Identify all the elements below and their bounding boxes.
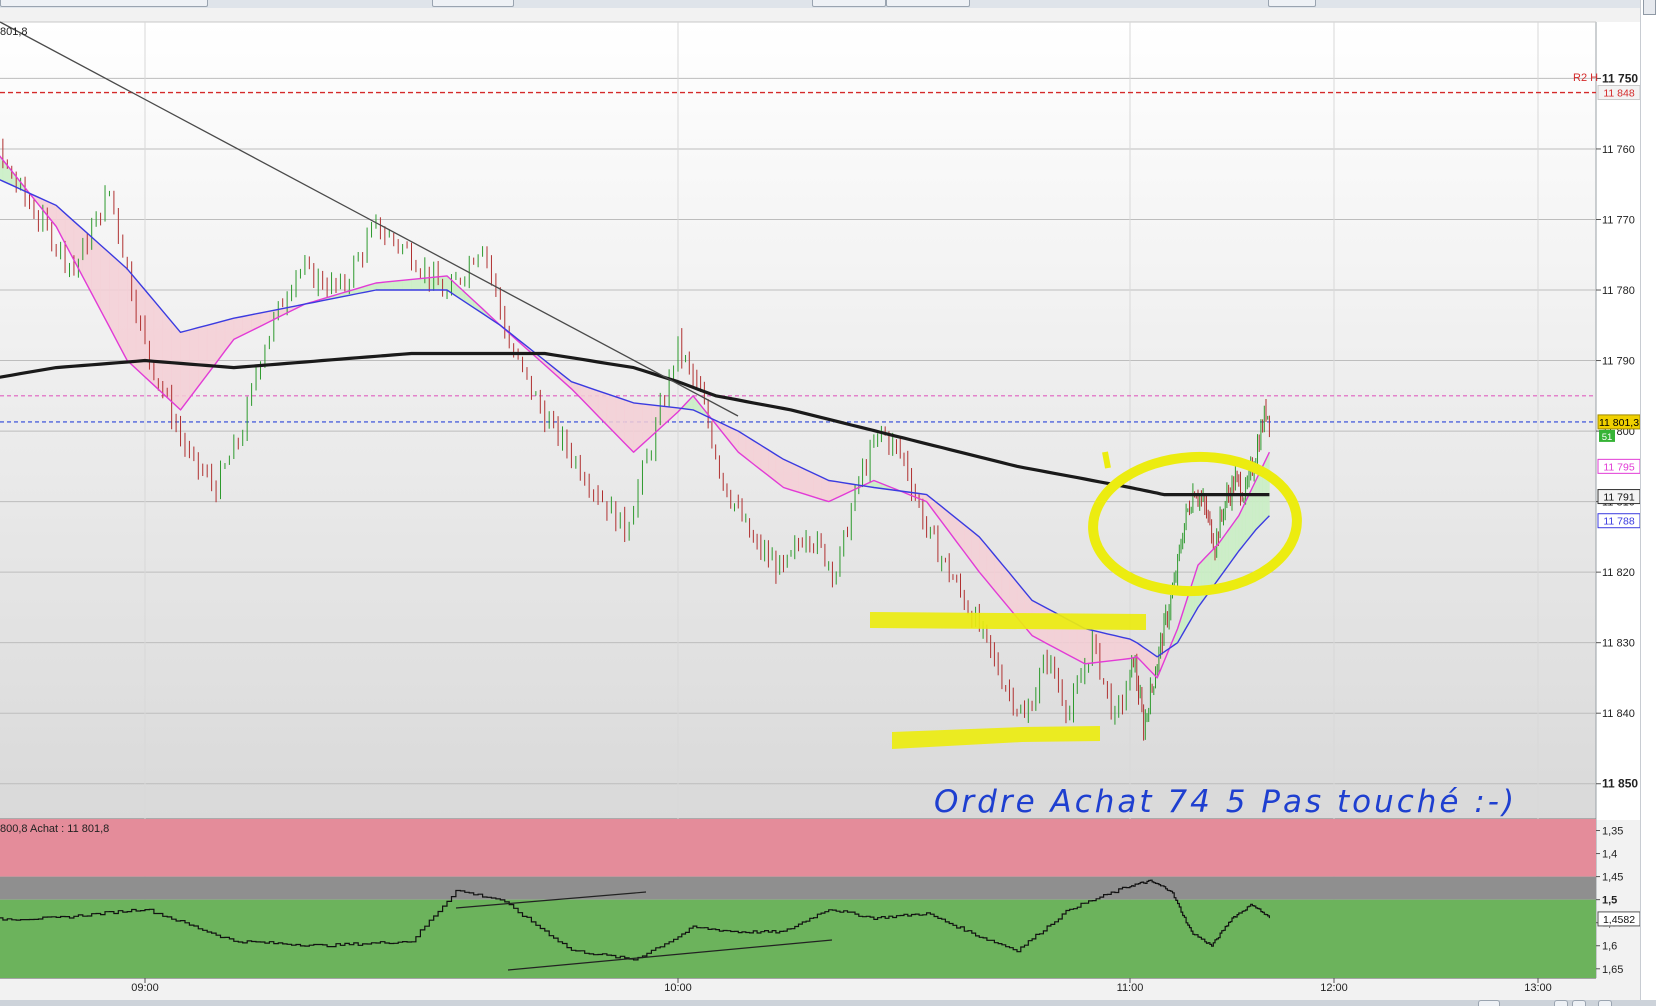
indicator-axis-label: 1,35 <box>1602 826 1623 838</box>
ma-fill-band <box>1224 528 1229 571</box>
time-axis-labels: 09:0010:0011:0012:0013:0014:00 <box>0 977 1596 994</box>
indicator-panel: 1,651,61,551,51,451,41,351,4582 <box>0 819 1641 978</box>
time-axis-label: 11:00 <box>1117 982 1144 994</box>
time-axis-label: 09:00 <box>131 982 159 994</box>
ma-fill-band <box>411 278 421 291</box>
ma-fill-band <box>798 465 807 495</box>
indicator-axis-label: 1,65 <box>1602 964 1623 976</box>
badge-indicator: 1,4582 <box>1603 914 1635 926</box>
badge-r2: 11 848 <box>1603 88 1634 100</box>
indicator-zone <box>0 819 1596 877</box>
indicator-zone <box>0 876 1596 900</box>
ma-fill-band <box>1231 519 1236 562</box>
reset-button[interactable] <box>1598 1000 1612 1006</box>
ma-fill-band <box>790 462 799 493</box>
r2-label: R2 H <box>1573 72 1598 84</box>
indicator-header: 800,8 Achat : 11 801,8 <box>0 823 109 835</box>
ma-fill-band <box>1201 557 1206 604</box>
badge-long-ma: 11 791 <box>1603 492 1634 504</box>
price-axis-label: 11 830 <box>1602 638 1635 650</box>
price-chart[interactable]: 11 85011 84011 83011 82011 81011 80011 7… <box>0 0 1656 1006</box>
vertical-scrollbar[interactable] <box>1640 0 1656 1000</box>
ma-fill-band <box>393 279 403 291</box>
scroll-button[interactable] <box>1478 1000 1500 1006</box>
ma-fill-band <box>783 458 792 491</box>
price-axis-label: 11 750 <box>1602 71 1638 85</box>
price-axis-label: 11 790 <box>1602 356 1635 368</box>
ma-fill-band <box>180 329 190 411</box>
handwritten-annotation: Ordre Achat 74 5 Pas touché :-) <box>934 784 1517 820</box>
ma-fill-band <box>1221 533 1226 576</box>
badge-last-sub: 51 <box>1602 432 1613 443</box>
ma-fill-band <box>144 289 155 386</box>
price-axis-label: 11 770 <box>1602 214 1635 226</box>
ma-fill-band <box>1218 538 1223 581</box>
indicator-zone <box>0 899 1596 978</box>
indicator-axis-label: 1,6 <box>1602 941 1617 953</box>
price-axis-label: 11 840 <box>1602 708 1635 720</box>
price-axis-label: 11 850 <box>1602 777 1638 791</box>
indicator-axis-label: 1,4 <box>1602 849 1617 861</box>
indicator-axis-label: 1,5 <box>1602 895 1617 907</box>
ma-fill-band <box>1122 637 1131 660</box>
ma-fill-band <box>1084 628 1093 665</box>
ma-fill-band <box>1197 560 1202 609</box>
ma-fill-band <box>1235 514 1240 557</box>
ma-fill-band <box>1228 524 1233 567</box>
ma-fill-band <box>1099 631 1108 663</box>
horizontal-scrollbar[interactable] <box>0 1000 1656 1006</box>
top-left-value: 801,8 <box>0 26 28 38</box>
badge-fast-ma: 11 795 <box>1603 461 1634 473</box>
ma-fill-band <box>171 320 181 411</box>
ma-fill-band <box>1076 624 1086 665</box>
ma-fill-band <box>805 469 814 498</box>
time-axis-label: 13:00 <box>1524 982 1552 994</box>
trading-chart-window: 11 85011 84011 83011 82011 81011 80011 7… <box>0 0 1656 1006</box>
ma-fill-band <box>1211 546 1216 590</box>
zoom-in-button[interactable] <box>1572 1000 1586 1006</box>
zoom-out-button[interactable] <box>1554 1000 1568 1006</box>
price-axis-label: 11 760 <box>1602 144 1635 156</box>
ma-fill-band <box>1255 473 1260 531</box>
ma-fill-band <box>402 279 412 291</box>
price-axis-label: 11 780 <box>1602 285 1635 297</box>
resistance-highlight <box>870 612 1146 630</box>
scrollbar-thumb[interactable] <box>1643 0 1656 15</box>
badge-last-price: 11 801,3 <box>1599 417 1639 429</box>
time-axis-label: 12:00 <box>1320 982 1348 994</box>
plot-background <box>0 22 1596 820</box>
indicator-axis-label: 1,45 <box>1602 872 1623 884</box>
ma-fill-band <box>1107 633 1116 662</box>
badge-slow-ma: 11 788 <box>1603 516 1634 528</box>
price-axis-label: 11 820 <box>1602 567 1635 579</box>
ma-fill-band <box>1114 635 1123 661</box>
ma-fill-band <box>1252 480 1257 535</box>
circle-highlight-tail <box>1102 451 1111 469</box>
ma-fill-band <box>1265 452 1270 520</box>
ma-fill-band <box>813 472 822 500</box>
time-axis-label: 10:00 <box>664 982 692 994</box>
